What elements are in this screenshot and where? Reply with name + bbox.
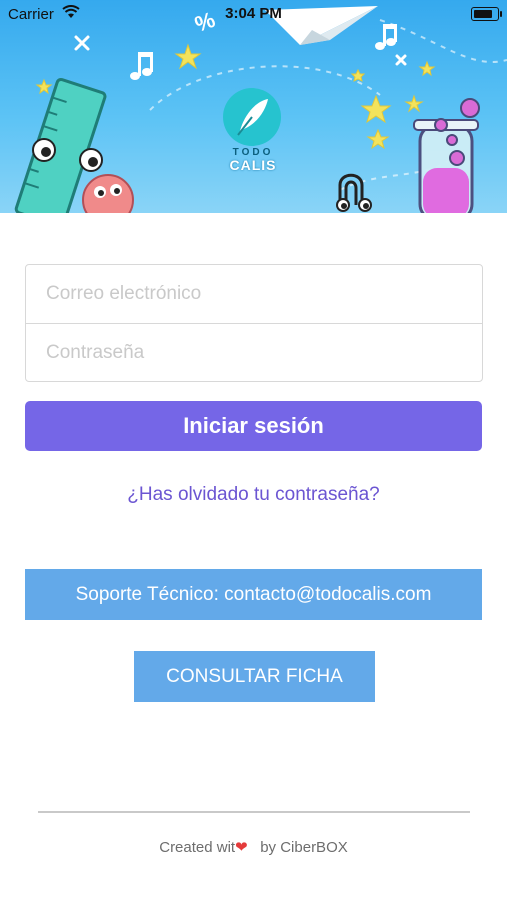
- email-field[interactable]: [26, 265, 482, 323]
- forgot-password-link[interactable]: ¿Has olvidado tu contraseña?: [0, 484, 507, 506]
- login-button[interactable]: Iniciar sesión: [25, 401, 482, 451]
- eraser-character: [82, 174, 134, 213]
- footer-suffix: by CiberBOX: [260, 839, 348, 856]
- battery-icon: [471, 7, 502, 21]
- todocalis-logo-icon: [223, 88, 281, 146]
- logo-text-calis: CALIS: [229, 157, 277, 173]
- footer-credit: Created wit❤ by CiberBOX: [0, 838, 507, 856]
- heart-icon: ❤: [235, 839, 248, 856]
- header-banner: % Carrier 3:04 PM TODO CALIS: [0, 0, 507, 213]
- password-field[interactable]: [26, 323, 482, 381]
- consult-record-button[interactable]: CONSULTAR FICHA: [134, 651, 375, 702]
- support-contact-button[interactable]: Soporte Técnico: contacto@todocalis.com: [25, 569, 482, 620]
- login-form: [25, 264, 483, 382]
- status-bar: Carrier 3:04 PM: [0, 0, 507, 28]
- status-time: 3:04 PM: [225, 5, 282, 22]
- test-tube-icon: [413, 98, 480, 213]
- footer-prefix: Created wit: [159, 839, 236, 856]
- footer-divider: [38, 811, 470, 813]
- sparkle-icon: [74, 35, 407, 66]
